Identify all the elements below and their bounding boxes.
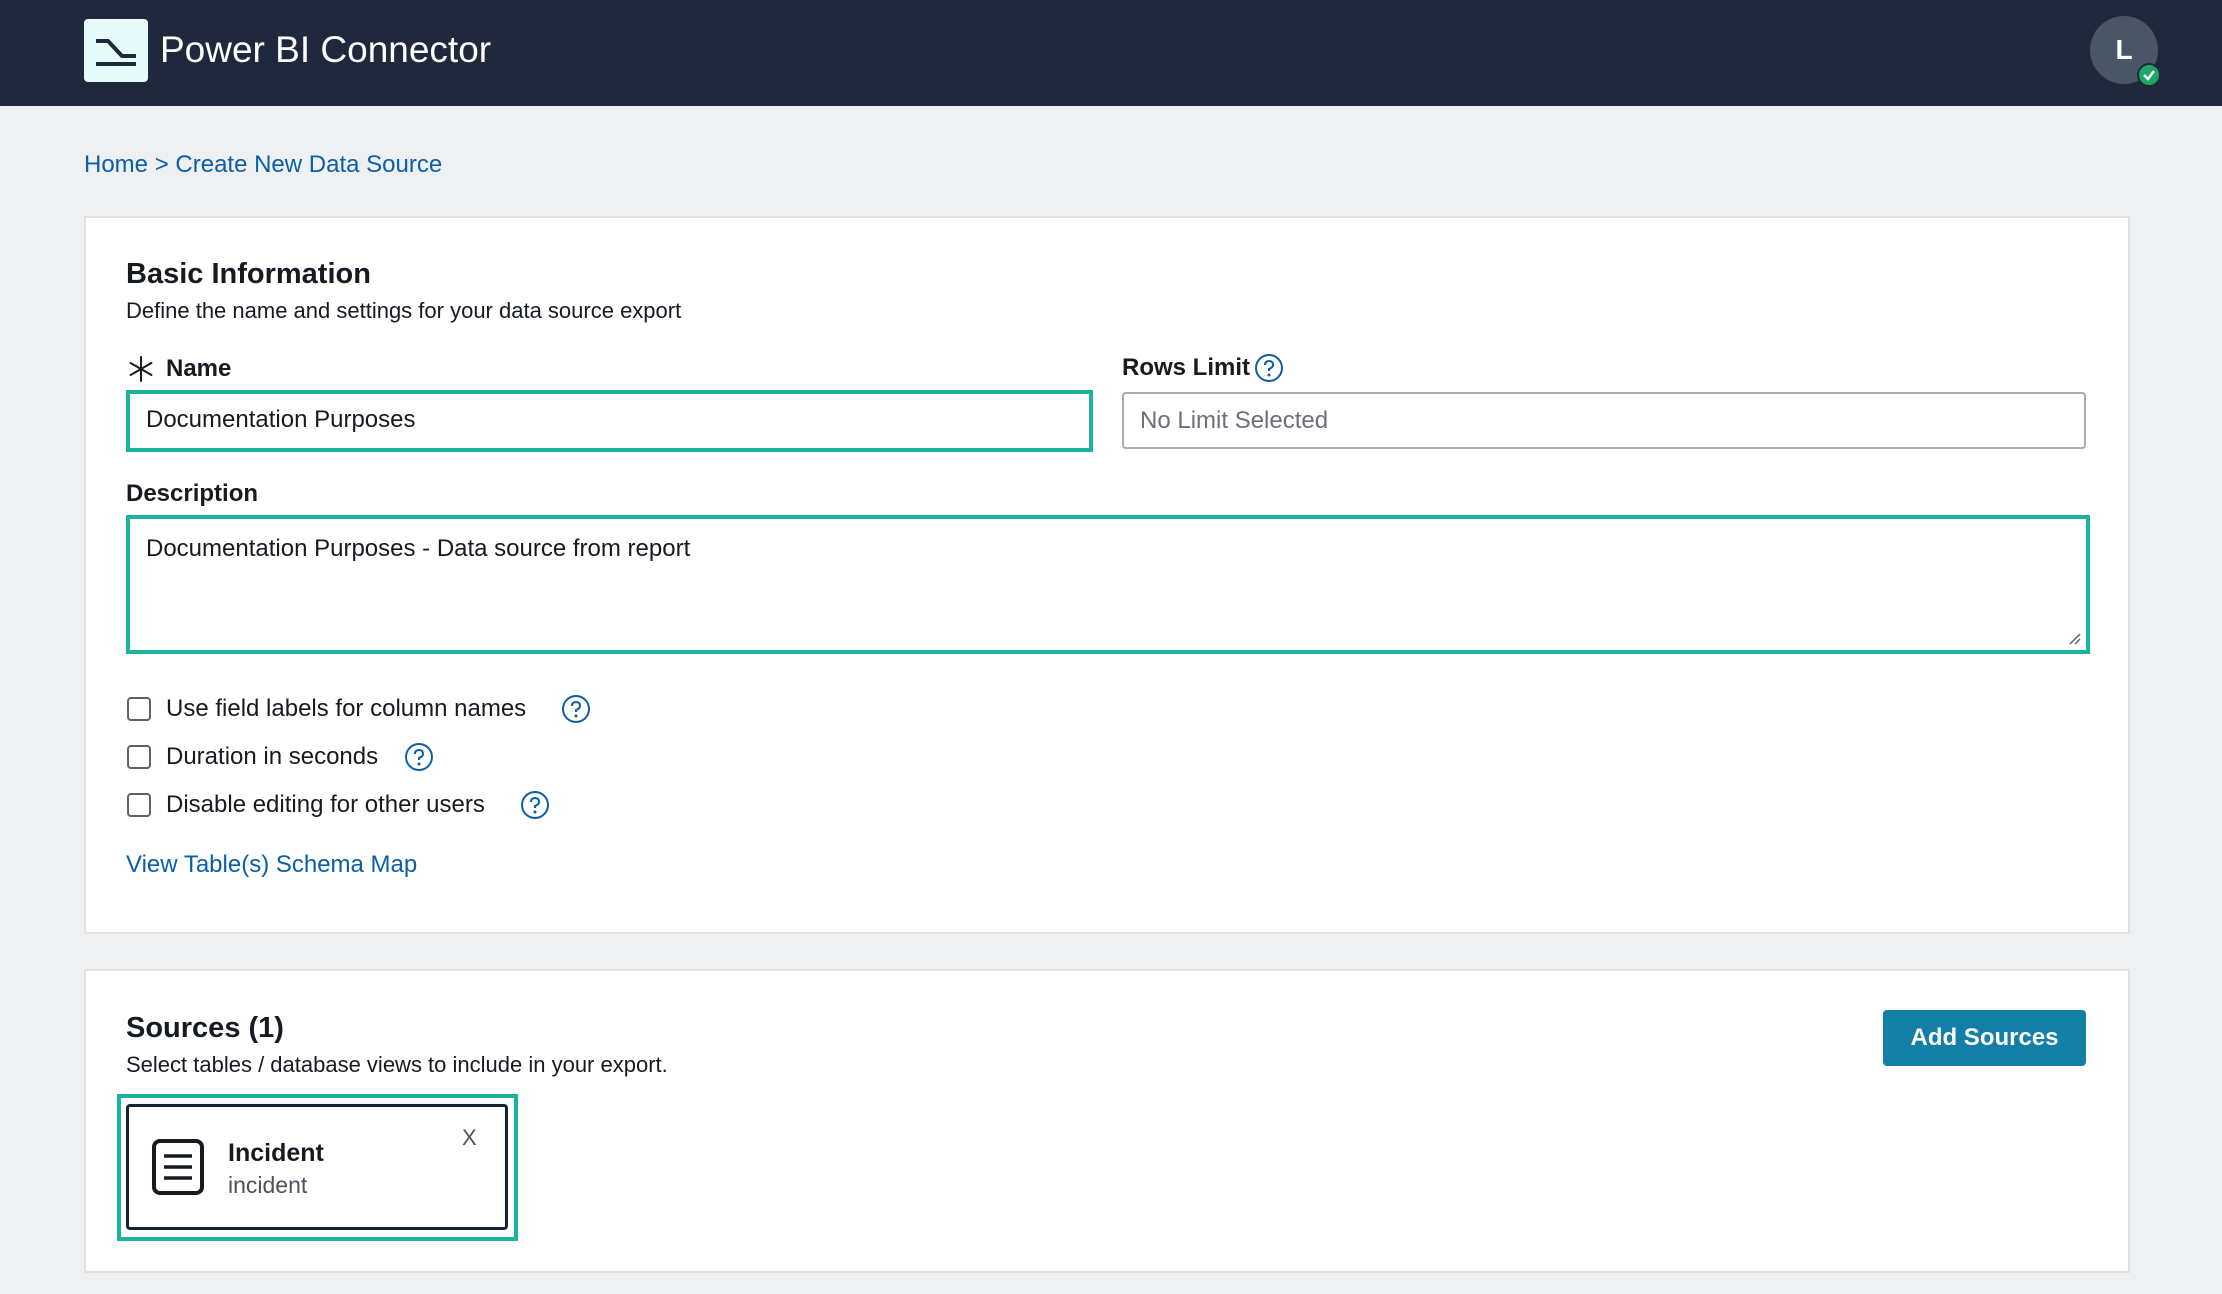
sources-subtitle: Select tables / database views to includ… <box>126 1052 668 1077</box>
use-field-labels-label[interactable]: Use field labels for column names <box>166 694 526 724</box>
rows-limit-label: Rows Limit <box>1122 354 1251 381</box>
disable-editing-help-icon[interactable] <box>520 790 550 820</box>
remove-source-button[interactable]: X <box>462 1126 477 1150</box>
breadcrumb-separator: > <box>154 151 169 178</box>
rows-limit-help-icon[interactable] <box>1254 353 1284 383</box>
disable-editing-checkbox[interactable] <box>127 793 151 817</box>
duration-in-seconds-help-icon[interactable] <box>404 742 434 772</box>
breadcrumb-home-link[interactable]: Home <box>84 151 148 178</box>
online-status-icon <box>2137 63 2161 87</box>
name-label: Name <box>166 355 232 382</box>
disable-editing-label[interactable]: Disable editing for other users <box>166 790 485 820</box>
app-logo-icon <box>84 19 148 82</box>
table-icon <box>152 1139 204 1195</box>
app-header: Power BI Connector L <box>0 0 2222 106</box>
description-label: Description <box>126 480 259 507</box>
required-asterisk-icon <box>126 354 156 384</box>
add-sources-button[interactable]: Add Sources <box>1883 1010 2086 1066</box>
sources-title: Sources (1) <box>126 1012 284 1044</box>
duration-in-seconds-checkbox[interactable] <box>127 745 151 769</box>
resize-grip-icon[interactable] <box>2066 630 2082 646</box>
breadcrumb-current[interactable]: Create New Data Source <box>175 151 442 178</box>
use-field-labels-checkbox[interactable] <box>127 697 151 721</box>
breadcrumb: Home > Create New Data Source <box>84 150 442 180</box>
name-input[interactable]: Documentation Purposes <box>126 390 1093 452</box>
source-table-name: incident <box>228 1172 308 1198</box>
view-schema-map-link[interactable]: View Table(s) Schema Map <box>126 850 417 880</box>
source-name: Incident <box>228 1139 324 1167</box>
duration-in-seconds-label[interactable]: Duration in seconds <box>166 742 378 772</box>
app-title: Power BI Connector <box>160 29 492 70</box>
use-field-labels-help-icon[interactable] <box>561 694 591 724</box>
description-textarea[interactable]: Documentation Purposes - Data source fro… <box>126 515 2090 654</box>
description-text: Documentation Purposes - Data source fro… <box>146 535 691 562</box>
rows-limit-select[interactable]: No Limit Selected <box>1122 392 2086 449</box>
basic-information-title: Basic Information <box>126 258 371 290</box>
basic-information-subtitle: Define the name and settings for your da… <box>126 298 682 323</box>
